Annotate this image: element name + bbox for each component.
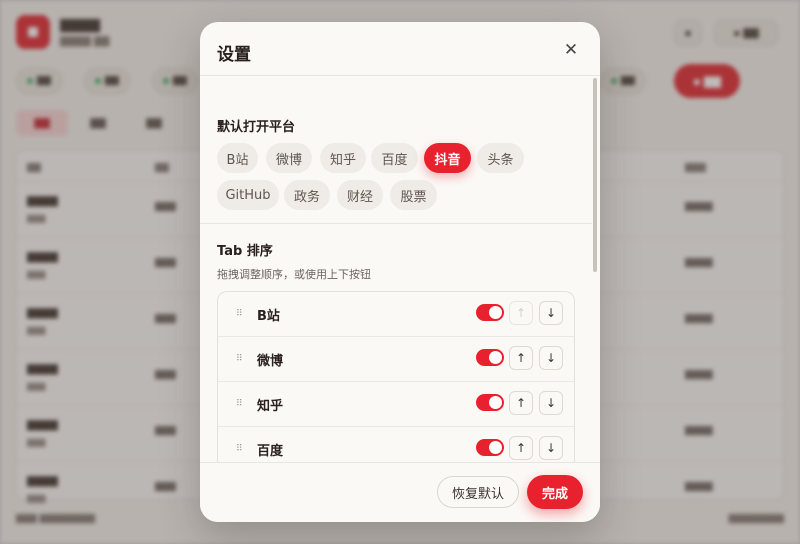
tab-enable-toggle[interactable] — [476, 349, 504, 366]
tab-order-name: B站 — [257, 309, 280, 324]
platform-chip-zhengwu[interactable]: 政务 — [284, 180, 330, 210]
tab-order-row[interactable]: ⠿ 百度 ↑ ↓ — [218, 427, 574, 462]
platform-chip-caijing[interactable]: 财经 — [337, 180, 383, 210]
move-down-button[interactable]: ↓ — [539, 436, 563, 460]
tab-enable-toggle[interactable] — [476, 439, 504, 456]
drag-handle-icon[interactable]: ⠿ — [236, 441, 244, 457]
tab-order-name: 微博 — [257, 354, 284, 369]
tab-order-list: ⠿ B站 ↑ ↓ ⠿ 微博 ↑ ↓ ⠿ 知乎 ↑ ↓ ⠿ 百度 ↑ ↓ — [217, 291, 575, 462]
platform-chip-github[interactable]: GitHub — [217, 180, 279, 210]
tab-order-name: 百度 — [257, 444, 284, 459]
move-up-button[interactable]: ↑ — [509, 301, 533, 325]
tab-order-row[interactable]: ⠿ 知乎 ↑ ↓ — [218, 382, 574, 427]
platform-chip-baidu[interactable]: 百度 — [371, 143, 418, 173]
tab-enable-toggle[interactable] — [476, 394, 504, 411]
done-button[interactable]: 完成 — [527, 475, 583, 509]
drag-handle-icon[interactable]: ⠿ — [236, 351, 244, 367]
move-up-button[interactable]: ↑ — [509, 436, 533, 460]
reset-defaults-button[interactable]: 恢复默认 — [437, 476, 519, 508]
drag-handle-icon[interactable]: ⠿ — [236, 396, 244, 412]
settings-modal: 设置 ✕ 默认打开平台 B站 微博 知乎 百度 抖音 头条 GitHub 政务 … — [200, 22, 600, 522]
modal-header: 设置 ✕ — [200, 22, 600, 76]
tab-order-row[interactable]: ⠿ 微博 ↑ ↓ — [218, 337, 574, 382]
move-down-button[interactable]: ↓ — [539, 346, 563, 370]
section-divider — [200, 223, 592, 224]
tab-order-row[interactable]: ⠿ B站 ↑ ↓ — [218, 292, 574, 337]
move-up-button[interactable]: ↑ — [509, 391, 533, 415]
platform-chip-bilibili[interactable]: B站 — [217, 143, 258, 173]
modal-footer: 恢复默认 完成 — [200, 462, 600, 522]
tab-order-section-title: Tab 排序 — [217, 244, 273, 259]
platform-chip-weibo[interactable]: 微博 — [266, 143, 312, 173]
platform-chip-zhihu[interactable]: 知乎 — [320, 143, 366, 173]
modal-title: 设置 — [217, 45, 251, 65]
modal-body: 默认打开平台 B站 微博 知乎 百度 抖音 头条 GitHub 政务 财经 股票… — [200, 76, 600, 462]
drag-handle-icon[interactable]: ⠿ — [236, 306, 244, 322]
move-down-button[interactable]: ↓ — [539, 391, 563, 415]
tab-enable-toggle[interactable] — [476, 304, 504, 321]
platform-chip-gupiao[interactable]: 股票 — [390, 180, 437, 210]
tab-order-hint: 拖拽调整顺序，或使用上下按钮 — [217, 268, 371, 281]
platform-section-title: 默认打开平台 — [217, 120, 296, 135]
close-icon[interactable]: ✕ — [562, 41, 580, 59]
move-down-button[interactable]: ↓ — [539, 301, 563, 325]
platform-chip-toutiao[interactable]: 头条 — [477, 143, 524, 173]
tab-order-name: 知乎 — [257, 399, 284, 414]
modal-scrollbar[interactable] — [593, 78, 597, 272]
platform-chip-douyin[interactable]: 抖音 — [424, 143, 471, 173]
move-up-button[interactable]: ↑ — [509, 346, 533, 370]
